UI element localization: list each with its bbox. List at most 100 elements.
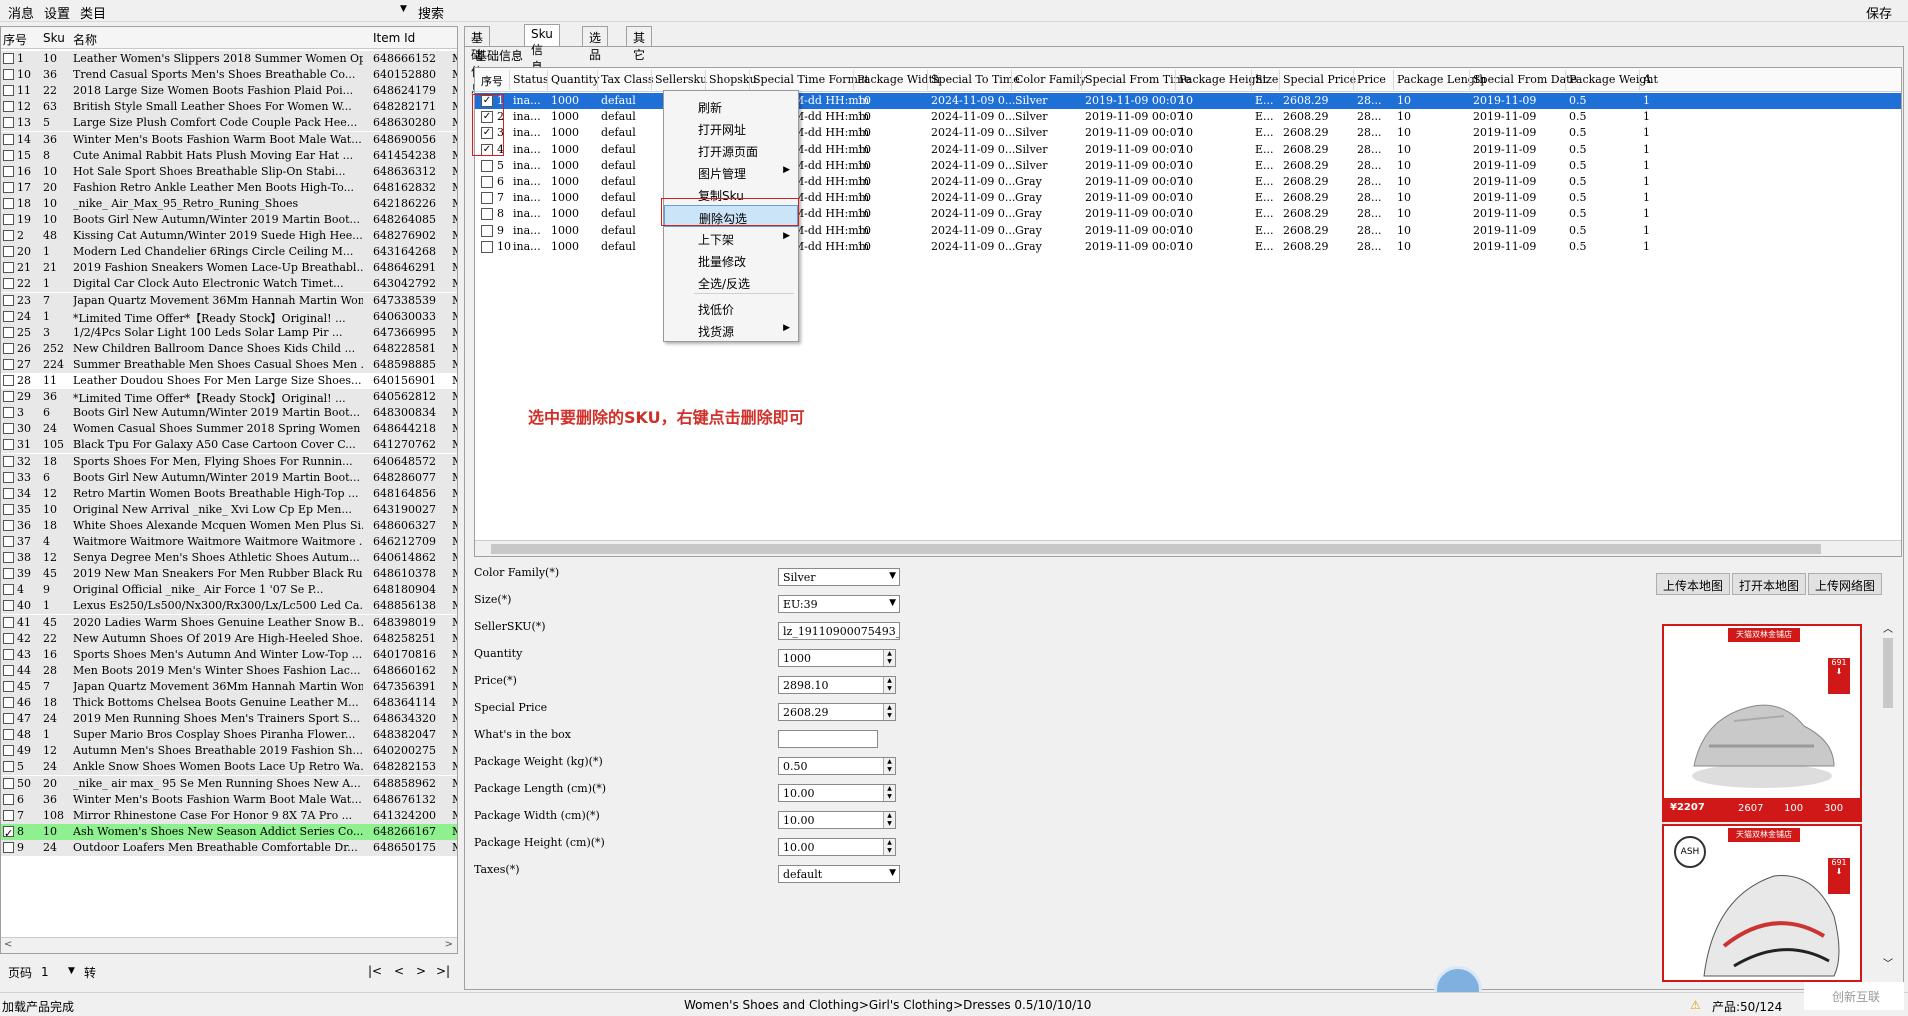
menu-item[interactable]: 全选/反选 [664,271,798,293]
scroll-left-icon[interactable]: < [4,939,12,950]
row-checkbox[interactable] [3,809,14,821]
menu-item[interactable]: 打开源页面 [664,139,798,161]
row-checkbox[interactable] [481,159,493,172]
grid-col-header[interactable]: Status [513,73,549,86]
list-item[interactable]: 24 1 *Limited Time Offer*【Ready Stock】Orig… [1,308,457,325]
column-divider[interactable] [547,70,548,90]
column-divider[interactable] [1565,70,1566,90]
row-checkbox[interactable] [481,208,493,221]
list-item[interactable]: 17 20 Fashion Retro Ankle Leather Men Boot… [1,179,457,196]
list-item[interactable]: 25 3 1/2/4Pcs Solar Light 100 Leds Solar L… [1,324,457,341]
scroll-down-icon[interactable]: ﹀ [1883,955,1893,970]
list-item[interactable]: 28 11 Leather Doudou Shoes For Men Large S… [1,373,457,389]
menu-item[interactable]: 打开网址 [664,117,798,139]
row-checkbox[interactable] [3,246,14,258]
grid-col-header[interactable]: Color Family [1015,73,1086,86]
list-item[interactable]: 12 63 British Style Small Leather Shoes Fo… [1,99,457,116]
price-stepper[interactable]: 2898.10 ▲ ▼ [778,676,896,694]
upload-web-image-button[interactable]: 上传网络图 [1808,573,1883,595]
list-item[interactable]: 1 10 Leather Women's Slippers 2018 Summer … [1,51,457,67]
row-checkbox[interactable] [3,680,14,692]
row-checkbox[interactable] [3,793,14,805]
row-checkbox[interactable] [3,761,14,773]
row-checkbox[interactable] [3,230,14,242]
menu-item[interactable]: 找货源 ▶ [664,319,798,341]
tab-other[interactable]: 其它 [626,26,653,62]
menu-messages[interactable]: 消息 [8,3,34,22]
column-divider[interactable] [1175,70,1176,90]
col-header-item-id[interactable]: Item Id [373,31,415,45]
menu-item[interactable]: 批量修改 [664,249,798,271]
row-checkbox[interactable] [3,616,14,628]
list-item[interactable]: 40 1 Lexus Es250/Ls500/Nx300/Rx300/Lx/Lc50… [1,598,457,615]
list-item[interactable]: 15 8 Cute Animal Rabbit Hats Plush Moving … [1,147,457,164]
package-length-stepper[interactable]: 10.00 ▲ ▼ [778,784,896,802]
row-checkbox[interactable] [3,584,14,596]
list-item[interactable]: 34 12 Retro Martin Women Boots Breathable … [1,485,457,502]
column-divider[interactable] [509,70,510,90]
list-item[interactable]: 37 4 Waitmore Waitmore Waitmore Waitmore W… [1,534,457,550]
column-divider[interactable] [1393,70,1394,90]
row-checkbox[interactable] [3,53,14,64]
row-checkbox[interactable] [3,101,14,113]
package-height-stepper[interactable]: 10.00 ▲ ▼ [778,838,896,856]
row-checkbox[interactable] [3,326,14,338]
col-header-sku[interactable]: Sku [43,31,65,45]
go-button[interactable]: 转 [84,964,96,981]
scroll-up-icon[interactable]: ︿ [1883,620,1893,635]
scroll-right-icon[interactable]: > [445,939,453,950]
menu-item[interactable]: 找低价 [664,297,798,319]
list-item[interactable]: 48 1 Super Mario Bros Cosplay Shoes Piranh… [1,727,457,744]
package-weight-stepper[interactable]: 0.50 ▲ ▼ [778,757,896,775]
row-checkbox[interactable] [3,85,14,97]
list-item[interactable]: 4 9 Original Official _nike_ Air Force 1 '… [1,582,457,599]
list-item[interactable]: 30 24 Women Casual Shoes Summer 2018 Sprin… [1,421,457,438]
column-divider[interactable] [1251,70,1252,90]
row-checkbox[interactable] [3,407,14,419]
row-checkbox[interactable] [3,423,14,435]
column-divider[interactable] [597,70,598,90]
row-checkbox[interactable] [3,745,14,757]
upload-local-image-button[interactable]: 上传本地图 [1656,573,1731,595]
row-checkbox[interactable] [3,552,14,564]
grid-col-header[interactable]: Tax Class [601,73,654,86]
list-item[interactable]: 21 21 2019 Fashion Sneakers Women Lace-Up … [1,260,457,277]
list-item[interactable]: 41 45 2020 Ladies Warm Shoes Genuine Leath… [1,614,457,631]
row-checkbox[interactable] [3,197,14,209]
row-checkbox[interactable] [3,841,14,853]
grid-col-header[interactable]: Special Time Format [753,73,869,86]
list-item[interactable]: 19 10 Boots Girl New Autumn/Winter 2019 Ma… [1,212,457,228]
list-item[interactable]: 35 10 Original New Arrival _nike_ Xvi Low … [1,501,457,518]
whats-in-box-input[interactable] [778,730,878,748]
row-checkbox[interactable] [3,697,14,708]
list-item[interactable]: 16 10 Hot Sale Sport Shoes Breathable Slip… [1,163,457,180]
list-item[interactable]: 29 36 *Limited Time Offer*【Ready Stock】Ori… [1,389,457,406]
list-item[interactable]: 50 20 _nike_ air max_ 95 Se Men Running Sh… [1,775,457,792]
sellersku-input[interactable]: lz_19110900075493_10 [778,622,900,640]
grid-col-header[interactable]: Package Height [1179,73,1267,86]
product-list-hscrollbar[interactable]: < > [1,937,457,953]
row-checkbox[interactable] [3,600,14,612]
col-header-index[interactable]: 序号 [3,31,27,48]
list-item[interactable]: 38 12 Senya Degree Men's Shoes Athletic Sh… [1,550,457,567]
list-item[interactable]: 45 7 Japan Quartz Movement 36Mm Hannah Mar… [1,678,457,695]
list-item[interactable]: 26 252 New Children Ballroom Dance Shoes K… [1,340,457,357]
column-divider[interactable] [1469,70,1470,90]
row-checkbox[interactable] [3,278,14,290]
menu-item[interactable]: 上下架 ▶ [664,227,798,249]
size-select[interactable]: EU:39 ▼ [778,595,900,613]
list-item[interactable]: 14 36 Winter Men's Boots Fashion Warm Boot… [1,131,457,148]
grid-col-header[interactable]: Quantity [551,73,599,86]
menu-item[interactable]: 图片管理 ▶ [664,161,798,183]
list-item[interactable]: 5 24 Ankle Snow Shoes Women Boots Lace Up … [1,759,457,776]
last-page-button[interactable]: >| [436,964,450,978]
special-price-stepper[interactable]: 2608.29 ▲ ▼ [778,703,896,721]
package-width-stepper[interactable]: 10.00 ▲ ▼ [778,811,896,829]
prev-page-button[interactable]: < [394,964,404,978]
row-checkbox[interactable] [481,192,493,205]
list-item[interactable]: 6 36 Winter Men's Boots Fashion Warm Boot … [1,791,457,808]
quantity-stepper[interactable]: 1000 ▲ ▼ [778,649,896,667]
grid-col-header[interactable]: Sellersku [655,73,707,86]
list-item[interactable]: 46 18 Thick Bottoms Chelsea Boots Genuine … [1,695,457,711]
row-checkbox[interactable] [481,176,493,188]
